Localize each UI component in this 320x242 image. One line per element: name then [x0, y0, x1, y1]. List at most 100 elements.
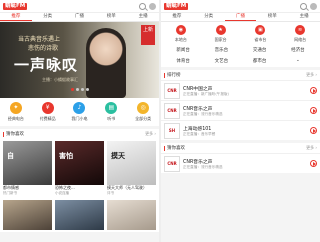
quick-entry-audiobook[interactable]: ▤ 听书 — [95, 102, 127, 126]
play-icon[interactable] — [310, 107, 317, 114]
play-icon[interactable] — [310, 127, 317, 134]
banner-title: 一声咏叹 — [14, 56, 79, 74]
play-icon[interactable] — [310, 160, 317, 167]
banner-line1: 当古典音乐遇上 — [18, 36, 61, 43]
sub-category[interactable]: 都市台 — [241, 58, 279, 65]
album-cover — [107, 200, 156, 230]
station-name: CNR音乐之声 — [183, 106, 213, 112]
station-logo: CNR — [164, 82, 180, 99]
album-card[interactable]: 自 都市情感 热门新书 — [3, 141, 52, 196]
station-row[interactable]: CNR CNR中国之声 正在直播：新广播听(午报版) — [161, 80, 320, 100]
station-name: 上海动感101 — [183, 126, 212, 132]
quick-entry-mini[interactable]: ♪ 我门小电 — [64, 102, 96, 126]
tab-category[interactable]: 分类 — [193, 13, 225, 21]
tab-category[interactable]: 分类 — [32, 13, 64, 21]
station-logo: SH — [164, 122, 180, 139]
section-title: 猜你喜欢 — [6, 132, 24, 137]
tab-radio[interactable]: 广播 — [64, 13, 96, 21]
app-logo: 蜻蜓FM — [164, 2, 189, 10]
tab-recommend[interactable]: 推荐 — [161, 13, 193, 21]
sub-category[interactable]: 文艺台 — [202, 58, 240, 65]
category-label: 本地台 — [174, 37, 187, 42]
building-icon: ▣ — [255, 25, 266, 35]
banner-corner-badge: 上新 — [141, 25, 155, 45]
quick-entry-label: 全部分类 — [135, 116, 152, 121]
carousel-dot[interactable] — [70, 88, 74, 91]
album-grid-row2 — [0, 198, 159, 232]
album-subtitle: 小说连播 — [55, 191, 69, 195]
album-cover — [55, 200, 104, 230]
quick-entry-paid[interactable]: ¥ 付费精品 — [32, 102, 64, 126]
tab-ranking[interactable]: 榜单 — [256, 13, 288, 21]
music-icon: ♪ — [73, 102, 86, 114]
promo-banner[interactable]: 当古典音乐遇上 悲伤的诗歌 一声咏叹 主播：小蜻蜓故事汇 上新 — [0, 22, 159, 98]
album-card[interactable] — [55, 200, 104, 230]
tab-radio[interactable]: 广播 — [224, 13, 257, 21]
album-grid: 自 都市情感 热门新书 害怕 恐怖之夜... 小说连播 摸天 摸天大师（无人驾驶… — [0, 139, 159, 198]
category-label: 省市台 — [254, 37, 267, 42]
top-bar: 蜻蜓FM — [161, 0, 320, 13]
station-row[interactable]: SH 上海动感101 正在直播：音乐早餐 — [161, 120, 320, 140]
station-desc: 正在直播：音乐早餐 — [183, 131, 216, 136]
cover-title: 摸天 — [111, 152, 125, 160]
more-link[interactable]: 更多 › — [145, 131, 156, 137]
sub-category[interactable]: 音乐台 — [202, 47, 240, 53]
album-card[interactable] — [3, 200, 52, 230]
station-desc: 正在直播：流行音乐精选 — [183, 111, 223, 116]
tab-bar: 推荐 分类 广播 榜单 主播 — [161, 13, 320, 22]
tab-ranking[interactable]: 榜单 — [95, 13, 127, 21]
quick-entry-all[interactable]: ◎ 全部分类 — [127, 102, 159, 126]
wave-icon: ≋ — [295, 25, 306, 35]
section-header: 排行榜 更多 › — [161, 70, 320, 80]
station-name: CNR中国之声 — [183, 86, 213, 92]
carousel-dot[interactable] — [85, 88, 89, 91]
radio-categories: ◉ 本地台 ★ 国家台 ▣ 省市台 ≋ 网络台 新闻台 音乐台 交通台 经济台 … — [161, 22, 320, 67]
quick-entry-classic[interactable]: ✦ 经典电台 — [0, 102, 32, 126]
carousel-dot[interactable] — [75, 88, 79, 91]
station-logo: CNR — [164, 155, 180, 172]
album-cover — [3, 200, 52, 230]
banner-line2: 悲伤的诗歌 — [28, 45, 59, 52]
album-cover: 自 — [3, 141, 52, 185]
expand-chevron-icon[interactable]: ⌄ — [279, 58, 317, 65]
book-icon: ▤ — [105, 102, 118, 114]
tab-host[interactable]: 主播 — [288, 13, 320, 21]
sub-category[interactable]: 体育台 — [164, 58, 202, 65]
sub-category[interactable]: 新闻台 — [164, 47, 202, 53]
more-link[interactable]: 更多 › — [306, 72, 317, 78]
more-link[interactable]: 更多 › — [306, 145, 317, 151]
carousel-dots — [0, 76, 159, 95]
sub-category[interactable]: 交通台 — [241, 47, 279, 53]
grid-icon: ◎ — [137, 102, 150, 114]
sub-category[interactable]: 经济台 — [279, 47, 317, 53]
search-icon[interactable] — [300, 2, 307, 10]
station-row[interactable]: CNR CNR音乐之声 正在直播：流行音乐精选 — [161, 100, 320, 120]
tab-host[interactable]: 主播 — [127, 13, 159, 21]
album-card[interactable]: 害怕 恐怖之夜... 小说连播 — [55, 141, 104, 196]
section-header: 猜你喜欢 更多 › — [161, 143, 320, 153]
category-provincial[interactable]: ▣ 省市台 — [241, 25, 281, 43]
quick-entry-label: 付费精品 — [39, 116, 56, 121]
play-icon[interactable] — [310, 87, 317, 94]
carousel-dot[interactable] — [80, 88, 84, 91]
album-card[interactable] — [107, 200, 156, 230]
station-row[interactable]: CNR CNR音乐之声 正在直播：流行音乐精选 — [161, 153, 320, 173]
station-logo: CNR — [164, 102, 180, 119]
category-local[interactable]: ◉ 本地台 — [161, 25, 201, 43]
album-subtitle: 评书 — [107, 191, 114, 195]
album-card[interactable]: 摸天 摸天大师（无人驾驶） 评书 — [107, 141, 156, 196]
sub-category-grid: 新闻台 音乐台 交通台 经济台 体育台 文艺台 都市台 ⌄ — [161, 43, 320, 67]
radio-screen: 蜻蜓FM 推荐 分类 广播 榜单 主播 ◉ 本地台 ★ 国家台 ▣ 省市台 ≋ … — [161, 0, 320, 242]
user-icon[interactable] — [310, 2, 317, 10]
star-icon: ✦ — [9, 102, 22, 114]
quick-entry-label: 听书 — [107, 116, 116, 121]
section-title: 猜你喜欢 — [167, 146, 185, 151]
tab-bar: 推荐 分类 广播 榜单 主播 — [0, 13, 159, 22]
quick-entries: ✦ 经典电台 ¥ 付费精品 ♪ 我门小电 ▤ 听书 ◎ 全部分类 — [0, 98, 159, 126]
category-national[interactable]: ★ 国家台 — [201, 25, 241, 43]
search-icon[interactable] — [139, 2, 146, 10]
app-logo: 蜻蜓FM — [3, 2, 28, 10]
tab-recommend[interactable]: 推荐 — [0, 13, 32, 21]
user-icon[interactable] — [149, 2, 156, 10]
category-network[interactable]: ≋ 网络台 — [280, 25, 320, 43]
